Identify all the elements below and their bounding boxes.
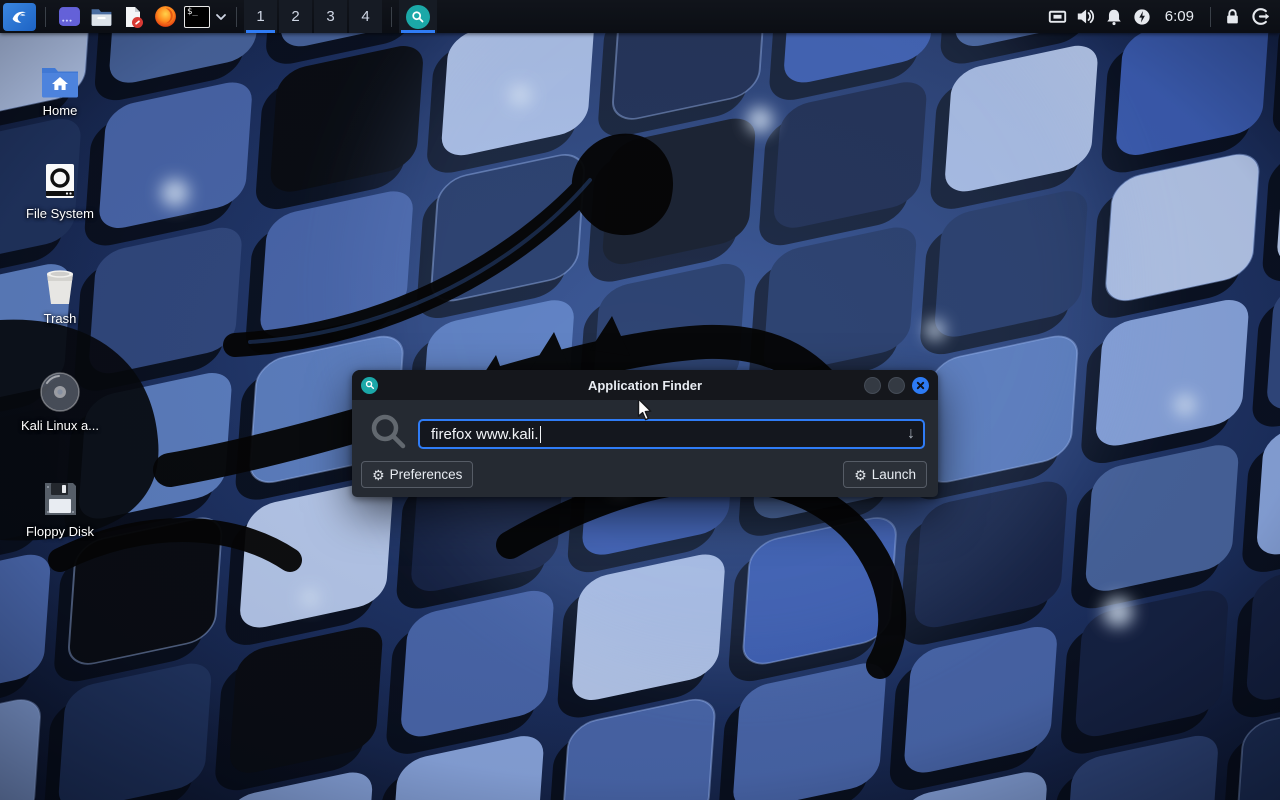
kali-dragon-icon [8,6,30,28]
panel-separator [45,7,46,27]
folder-icon [89,4,114,29]
workspace-button-2[interactable]: 2 [279,0,312,33]
close-button[interactable] [912,377,929,394]
titlebar[interactable]: Application Finder [352,370,938,400]
file-manager-button[interactable] [85,0,117,33]
network-tray-button[interactable] [1044,0,1072,33]
workspace-label: 3 [326,8,334,25]
preferences-button[interactable]: ⚙ Preferences [361,461,473,488]
workspace-label: 4 [361,8,369,25]
top-panel: $_ 1 2 3 4 [0,0,1280,33]
text-caret [540,426,542,443]
search-input[interactable]: firefox www.kali. ↓ [418,419,925,449]
desktop-icon-file-system[interactable]: File System [12,159,108,221]
logout-icon [1251,7,1270,26]
desktop-icon-label: Floppy Disk [26,524,94,539]
text-editor-button[interactable] [117,0,149,33]
power-manager-tray-button[interactable] [1128,0,1156,33]
chevron-down-icon [215,13,227,21]
speaker-volume-icon [1076,7,1095,26]
workspace-button-3[interactable]: 3 [314,0,347,33]
lock-screen-button[interactable] [1218,0,1246,33]
application-finder-window: Application Finder firefox www.kali. ↓ [352,370,938,497]
panel-separator [1210,7,1211,27]
optical-disc-icon [39,371,81,413]
power-lightning-icon [1133,8,1151,26]
workspace-button-1[interactable]: 1 [244,0,277,33]
panel-separator [391,7,392,27]
desktop-icon-home[interactable]: Home [12,56,108,118]
desktop-pager-icon [57,4,82,29]
terminal-dropdown-button[interactable] [213,0,229,33]
window-title: Application Finder [352,378,938,393]
launch-gear-icon: ⚙ [854,468,867,482]
mouse-cursor [637,398,653,422]
gear-icon: ⚙ [372,468,385,482]
app-finder-taskbar-button[interactable] [399,0,437,33]
launch-button-label: Launch [872,467,916,482]
desktop-icon-label: Kali Linux a... [21,418,99,433]
desktop: $_ 1 2 3 4 [0,0,1280,800]
search-glyph-icon [369,412,409,452]
kali-menu-button[interactable] [0,0,38,33]
desktop-icon-label: Home [43,103,78,118]
lock-icon [1224,8,1241,25]
desktop-icon-trash[interactable]: Trash [12,264,108,326]
document-edit-icon [121,5,145,29]
show-desktop-button[interactable] [53,0,85,33]
notifications-tray-button[interactable] [1100,0,1128,33]
dropdown-arrow-icon[interactable]: ↓ [907,426,915,442]
workspace-button-4[interactable]: 4 [349,0,382,33]
search-icon [411,10,425,24]
search-icon [365,380,375,390]
window-menu-button[interactable] [361,377,378,394]
clock[interactable]: 6:09 [1156,8,1203,25]
panel-separator [236,7,237,27]
firefox-icon [153,4,178,29]
search-input-value: firefox www.kali. [431,426,539,443]
desktop-icon-kali-cd[interactable]: Kali Linux a... [12,371,108,433]
trash-bin-icon [41,266,79,306]
volume-tray-button[interactable] [1072,0,1100,33]
bell-icon [1105,8,1123,26]
terminal-icon: $_ [184,6,210,28]
floppy-disk-icon [40,479,80,519]
desktop-icon-label: File System [26,206,94,221]
desktop-icon-floppy[interactable]: Floppy Disk [12,477,108,539]
home-folder-icon [40,64,80,98]
logout-button[interactable] [1246,0,1274,33]
minimize-button[interactable] [864,377,881,394]
desktop-icon-label: Trash [44,311,77,326]
launch-button[interactable]: ⚙ Launch [843,461,927,488]
terminal-button[interactable]: $_ [181,0,213,33]
workspace-label: 1 [256,8,264,25]
hard-drive-icon [40,161,80,201]
ethernet-network-icon [1048,7,1067,26]
firefox-button[interactable] [149,0,181,33]
close-icon [916,381,925,390]
terminal-prompt: $_ [187,7,198,17]
preferences-button-label: Preferences [390,467,463,482]
workspace-label: 2 [291,8,299,25]
maximize-button[interactable] [888,377,905,394]
